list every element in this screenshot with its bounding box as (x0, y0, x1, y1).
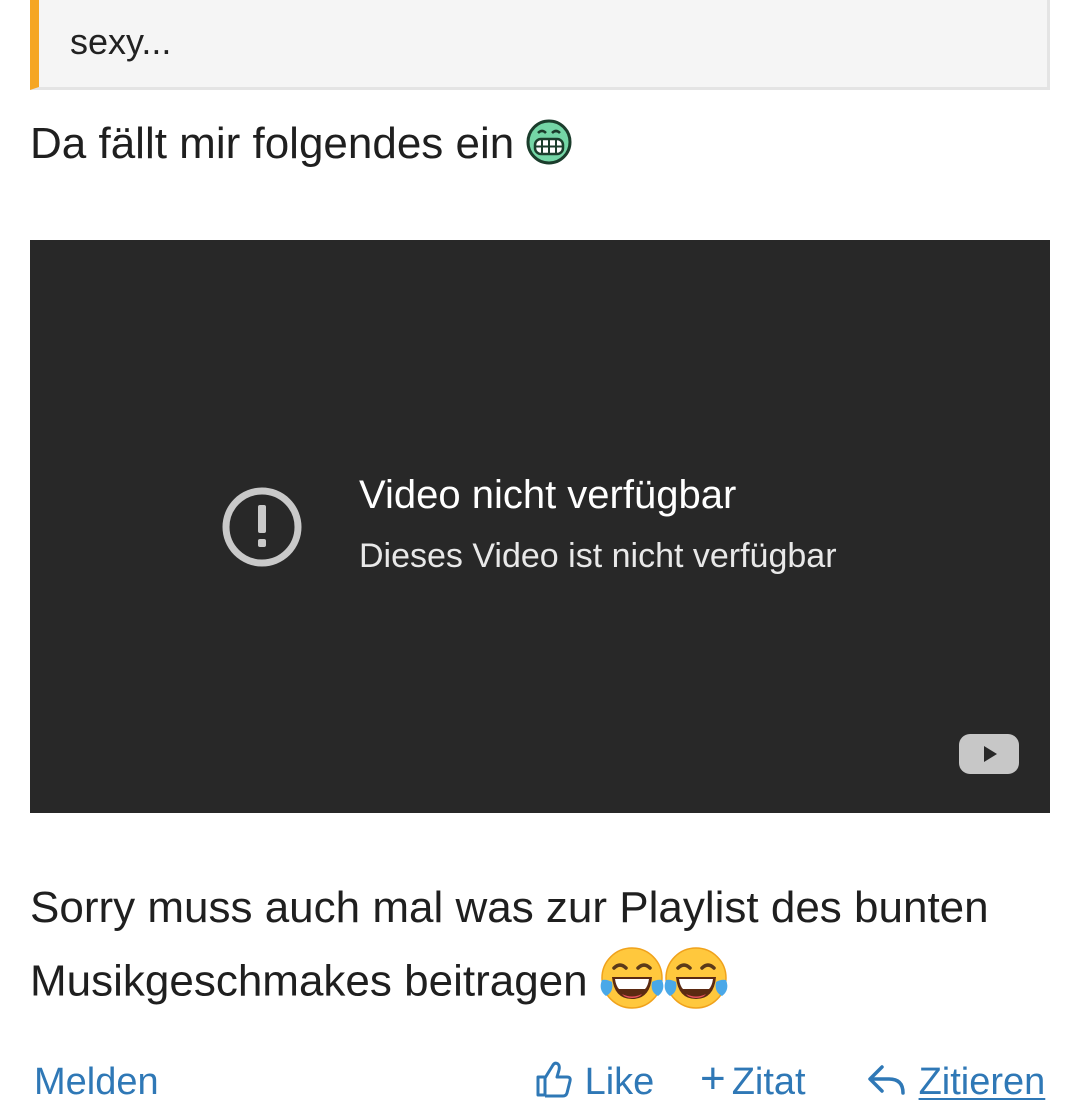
warning-icon (222, 487, 302, 567)
grinning-teeth-icon (526, 119, 572, 165)
like-button[interactable]: Like (534, 1055, 654, 1107)
post-text-line: Musikgeschmakes beitragen (30, 947, 730, 1018)
reply-arrow-icon (868, 1065, 905, 1095)
laughing-tears-icon (664, 947, 727, 1009)
video-embed[interactable]: Video nicht verfügbar Dieses Video ist n… (30, 240, 1050, 813)
post-text: Musikgeschmakes beitragen (30, 956, 588, 1006)
post-text: Sorry muss auch mal was zur Playlist des… (30, 883, 989, 932)
video-subtitle: Dieses Video ist nicht verfügbar (359, 537, 837, 575)
quote-text: sexy... (70, 21, 172, 62)
reply-quote-button[interactable]: Zitieren (866, 1055, 1045, 1107)
report-label: Melden (34, 1060, 159, 1103)
video-title: Video nicht verfügbar (359, 473, 737, 517)
laughing-tears-icon (600, 947, 663, 1009)
add-quote-button[interactable]: + Zitat (700, 1053, 806, 1107)
post-text-line: Sorry muss auch mal was zur Playlist des… (30, 880, 989, 936)
quote-block: sexy... (30, 0, 1050, 90)
post-text: Da fällt mir folgendes ein (30, 119, 515, 168)
thumbs-up-icon (536, 1061, 572, 1098)
reply-quote-label: Zitieren (918, 1060, 1046, 1103)
add-quote-label: Zitat (731, 1060, 806, 1103)
post-text-line: Da fällt mir folgendes ein (30, 116, 572, 172)
report-link[interactable]: Melden (34, 1055, 159, 1107)
like-label: Like (584, 1060, 655, 1103)
plus-icon: + (700, 1053, 726, 1103)
youtube-icon[interactable] (959, 732, 1021, 776)
